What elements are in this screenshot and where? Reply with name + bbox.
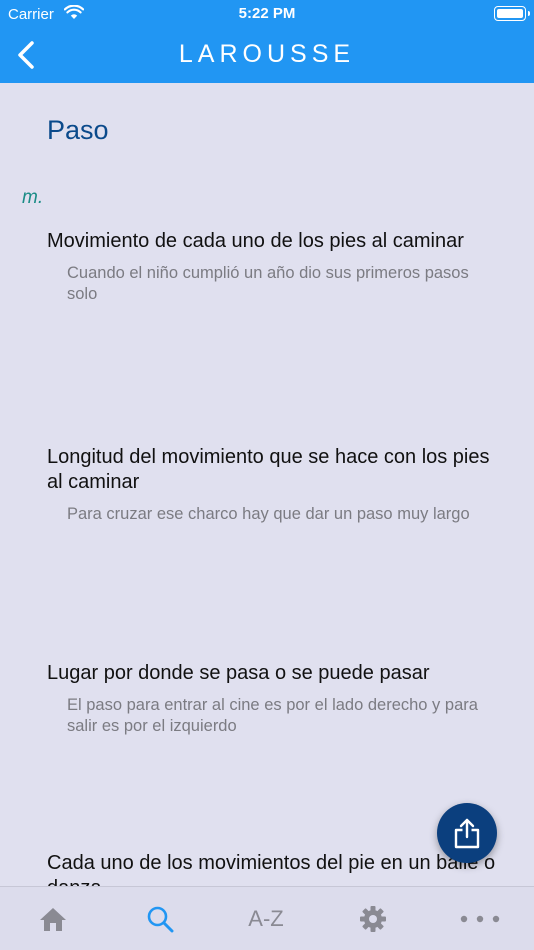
status-bar: Carrier 5:22 PM	[0, 0, 534, 28]
tab-more[interactable]	[450, 903, 510, 935]
sense-definition: Cada uno de los movimientos del pie en u…	[47, 852, 496, 886]
tab-bar: A-Z	[0, 886, 534, 950]
sense-example: Para cruzar ese charco hay que dar un pa…	[67, 505, 470, 523]
sense-definition: Movimiento de cada uno de los pies al ca…	[47, 230, 464, 252]
sense-item: Movimiento de cada uno de los pies al ca…	[47, 229, 497, 305]
share-button[interactable]	[437, 803, 497, 863]
sense-item: Cada uno de los movimientos del pie en u…	[47, 851, 497, 886]
sense-example: Cuando el niño cumplió un año dio sus pr…	[67, 264, 469, 303]
share-icon	[454, 818, 480, 849]
battery-icon	[494, 6, 530, 21]
headword: Paso	[47, 115, 109, 145]
status-time: 5:22 PM	[238, 5, 296, 22]
part-of-speech: m.	[22, 187, 44, 208]
sense-example: El paso para entrar al cine es por el la…	[67, 696, 478, 735]
more-icon	[460, 915, 500, 923]
sense-definition: Lugar por donde se pasa o se puede pasar	[47, 662, 430, 684]
gear-icon	[360, 906, 386, 932]
tab-az[interactable]: A-Z	[236, 903, 296, 935]
sense-item: Lugar por donde se pasa o se puede pasar…	[47, 661, 497, 737]
search-icon	[147, 906, 174, 933]
home-icon	[40, 908, 66, 931]
tab-search[interactable]	[130, 903, 190, 935]
tab-home[interactable]	[23, 903, 83, 935]
tab-settings[interactable]	[343, 903, 403, 935]
entry-content: Paso m. Movimiento de cada uno de los pi…	[0, 83, 534, 886]
sense-item: Longitud del movimiento que se hace con …	[47, 445, 497, 525]
nav-bar: LAROUSSE	[0, 28, 534, 83]
sense-definition: Longitud del movimiento que se hace con …	[47, 446, 490, 493]
app-title: LAROUSSE	[178, 40, 356, 68]
